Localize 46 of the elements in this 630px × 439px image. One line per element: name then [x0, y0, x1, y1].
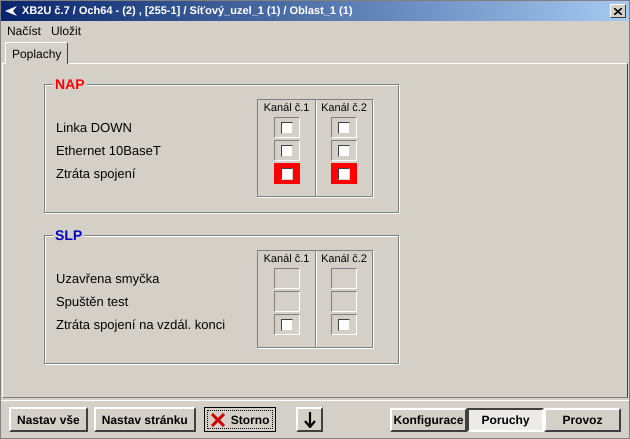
- menu-item[interactable]: Uložit: [51, 22, 82, 40]
- empty-cell: [274, 268, 300, 289]
- column-header: Kanál č.2: [321, 252, 367, 267]
- action-button[interactable]: Nastav stránku: [94, 407, 196, 432]
- alarm-label: Ztráta spojení na vzdál. konci: [56, 316, 226, 334]
- checkbox[interactable]: [338, 145, 350, 157]
- checkbox-frame: [274, 314, 300, 335]
- view-tab[interactable]: Poruchy: [467, 408, 544, 432]
- checkbox[interactable]: [338, 122, 350, 134]
- checkbox[interactable]: [280, 319, 292, 331]
- close-button[interactable]: [610, 4, 626, 18]
- menu-item[interactable]: Načíst: [7, 22, 42, 40]
- empty-cell: [331, 291, 357, 312]
- cancel-button[interactable]: Storno: [204, 407, 276, 432]
- checkbox-frame: [331, 314, 357, 335]
- app-icon: [4, 6, 18, 16]
- column-header: Kanál č.2: [321, 101, 367, 116]
- group-title: SLP: [53, 227, 84, 243]
- down-arrow-icon: [304, 412, 316, 428]
- checkbox[interactable]: [280, 168, 292, 180]
- checkbox-frame: [331, 140, 357, 161]
- empty-cell: [274, 291, 300, 312]
- alarm-label: Ethernet 10BaseT: [56, 142, 162, 160]
- view-tab[interactable]: Konfigurace: [390, 408, 467, 432]
- column-header: Kanál č.1: [264, 252, 310, 267]
- checkbox-frame: [274, 117, 300, 138]
- action-button[interactable]: Nastav vše: [9, 407, 88, 432]
- view-tab[interactable]: Provoz: [544, 408, 621, 432]
- checkbox-frame: [331, 117, 357, 138]
- checkbox-frame: [274, 140, 300, 161]
- checkbox[interactable]: [338, 168, 350, 180]
- checkbox[interactable]: [338, 319, 350, 331]
- cross-icon: [210, 412, 225, 426]
- group-title: NAP: [53, 76, 87, 92]
- empty-cell: [331, 268, 357, 289]
- window-title: XB2U č.7 / Och64 - (2) , [255-1] / Síťový_uzel_1 (1) / Oblast_1 (1): [22, 4, 354, 19]
- down-button[interactable]: [296, 407, 324, 432]
- tab[interactable]: Poplachy: [5, 42, 68, 64]
- checkbox[interactable]: [280, 145, 292, 157]
- alarm-label: Linka DOWN: [56, 119, 133, 137]
- close-icon: [614, 8, 622, 14]
- alarm-label: Uzavřena smyčka: [56, 270, 160, 288]
- checkbox[interactable]: [280, 122, 292, 134]
- alarm-label: Ztráta spojení: [56, 165, 136, 183]
- column-header: Kanál č.1: [264, 101, 310, 116]
- alarm-label: Spuštěn test: [56, 293, 130, 311]
